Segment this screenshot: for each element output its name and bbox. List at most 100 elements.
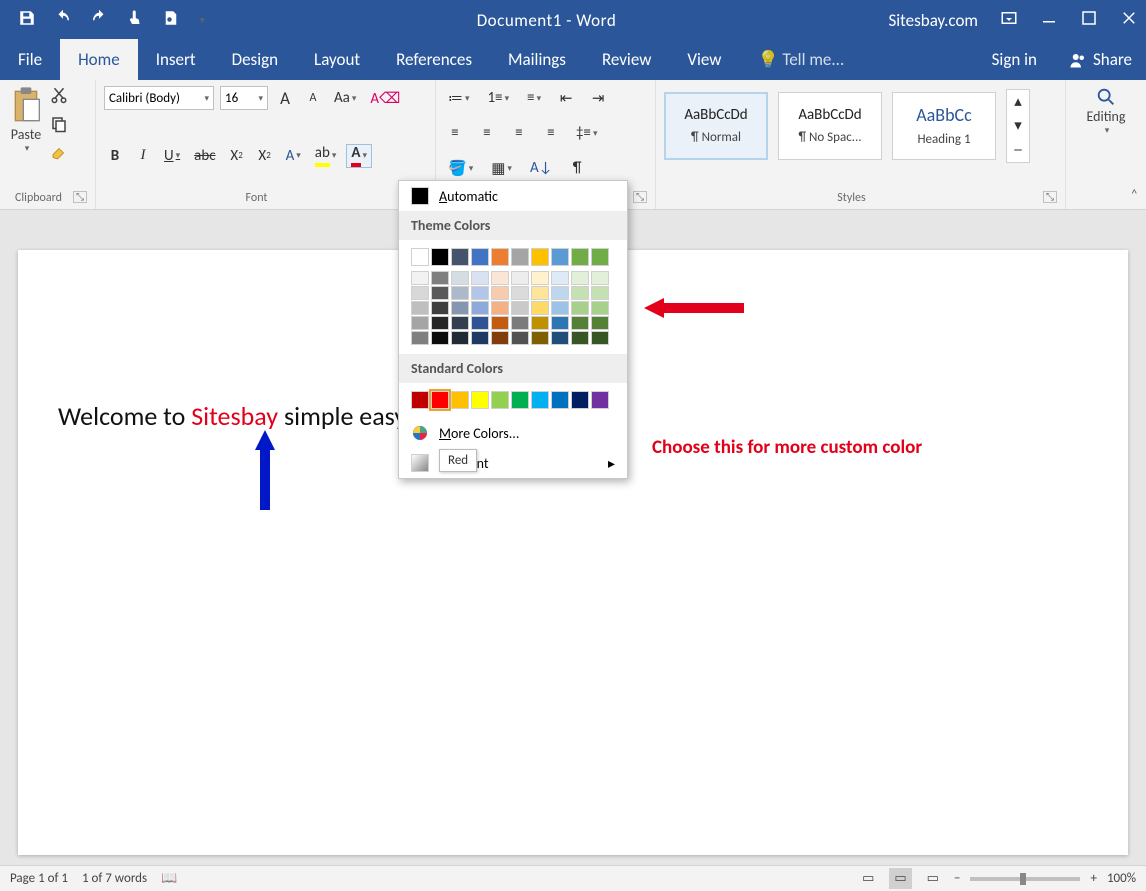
- word-count-status[interactable]: 1 of 7 words: [82, 871, 147, 886]
- read-mode-view[interactable]: ▭: [857, 868, 879, 889]
- numbering-button[interactable]: 1≡▾: [484, 86, 514, 110]
- more-colors-item[interactable]: More Colors...: [399, 418, 627, 448]
- align-right-button[interactable]: ≡: [508, 121, 530, 145]
- automatic-color-item[interactable]: Automatic: [399, 181, 627, 211]
- color-swatch[interactable]: [551, 301, 569, 315]
- format-painter-icon[interactable]: [50, 144, 68, 167]
- paste-button[interactable]: Paste ▾: [8, 86, 44, 167]
- color-swatch[interactable]: [431, 271, 449, 285]
- color-swatch[interactable]: [571, 316, 589, 330]
- cut-icon[interactable]: [50, 86, 68, 109]
- color-swatch[interactable]: [551, 271, 569, 285]
- color-swatch[interactable]: [591, 331, 609, 345]
- color-swatch[interactable]: [551, 331, 569, 345]
- show-hide-button[interactable]: ¶: [566, 156, 588, 180]
- color-swatch[interactable]: [491, 301, 509, 315]
- color-swatch[interactable]: [511, 316, 529, 330]
- color-swatch[interactable]: [431, 391, 449, 409]
- font-color-button[interactable]: A▾: [346, 144, 372, 168]
- color-swatch[interactable]: [551, 316, 569, 330]
- collapse-ribbon-icon[interactable]: ˄: [1130, 186, 1138, 203]
- tell-me-search[interactable]: 💡 Tell me...: [739, 39, 862, 80]
- color-swatch[interactable]: [591, 316, 609, 330]
- sort-button[interactable]: A↓: [526, 156, 556, 180]
- tab-layout[interactable]: Layout: [296, 39, 378, 80]
- paragraph-dialog-launcher[interactable]: ⤡: [633, 191, 647, 203]
- color-swatch[interactable]: [451, 301, 469, 315]
- font-size-combo[interactable]: 16▾: [220, 86, 268, 110]
- color-swatch[interactable]: [431, 316, 449, 330]
- color-swatch[interactable]: [571, 286, 589, 300]
- shrink-font-button[interactable]: A: [302, 86, 324, 110]
- color-swatch[interactable]: [471, 301, 489, 315]
- color-swatch[interactable]: [531, 248, 549, 266]
- undo-icon[interactable]: [54, 9, 72, 31]
- color-swatch[interactable]: [551, 286, 569, 300]
- color-swatch[interactable]: [511, 391, 529, 409]
- styles-expand[interactable]: ⎯: [1007, 138, 1029, 162]
- multilevel-list-button[interactable]: ≡▾: [523, 86, 545, 110]
- color-swatch[interactable]: [531, 391, 549, 409]
- tab-references[interactable]: References: [378, 39, 490, 80]
- italic-button[interactable]: I: [132, 144, 154, 168]
- color-swatch[interactable]: [591, 301, 609, 315]
- color-swatch[interactable]: [451, 391, 469, 409]
- maximize-icon[interactable]: [1080, 9, 1098, 32]
- color-swatch[interactable]: [431, 248, 449, 266]
- style-heading1[interactable]: AaBbCc Heading 1: [892, 92, 996, 160]
- zoom-level[interactable]: 100%: [1107, 871, 1136, 886]
- color-swatch[interactable]: [451, 286, 469, 300]
- color-swatch[interactable]: [531, 331, 549, 345]
- color-swatch[interactable]: [551, 391, 569, 409]
- page-number-status[interactable]: Page 1 of 1: [10, 871, 68, 886]
- sign-in-button[interactable]: Sign in: [974, 39, 1055, 80]
- color-swatch[interactable]: [551, 248, 569, 266]
- gradient-item[interactable]: Gradient ▸: [399, 448, 627, 478]
- print-preview-icon[interactable]: [162, 9, 180, 31]
- underline-button[interactable]: U▾: [160, 144, 184, 168]
- clear-formatting-button[interactable]: A⌫: [366, 86, 404, 110]
- decrease-indent-button[interactable]: ⇤: [555, 86, 577, 110]
- font-name-combo[interactable]: Calibri (Body)▾: [104, 86, 214, 110]
- text-effects-button[interactable]: A▾: [282, 144, 305, 168]
- color-swatch[interactable]: [491, 331, 509, 345]
- tab-design[interactable]: Design: [214, 39, 296, 80]
- color-swatch[interactable]: [431, 286, 449, 300]
- close-icon[interactable]: [1120, 9, 1138, 32]
- copy-icon[interactable]: [50, 115, 68, 138]
- justify-button[interactable]: ≡: [540, 121, 562, 145]
- color-swatch[interactable]: [511, 301, 529, 315]
- style-no-spacing[interactable]: AaBbCcDd ¶ No Spac...: [778, 92, 882, 160]
- color-swatch[interactable]: [591, 248, 609, 266]
- tab-home[interactable]: Home: [60, 39, 138, 80]
- color-swatch[interactable]: [471, 316, 489, 330]
- color-swatch[interactable]: [411, 301, 429, 315]
- color-swatch[interactable]: [491, 271, 509, 285]
- bold-button[interactable]: B: [104, 144, 126, 168]
- color-swatch[interactable]: [571, 248, 589, 266]
- touch-mode-icon[interactable]: [126, 9, 144, 31]
- web-layout-view[interactable]: ▭: [922, 868, 944, 889]
- color-swatch[interactable]: [591, 271, 609, 285]
- minimize-icon[interactable]: [1040, 9, 1058, 32]
- align-left-button[interactable]: ≡: [444, 121, 466, 145]
- ribbon-options-icon[interactable]: [1000, 9, 1018, 32]
- color-swatch[interactable]: [511, 248, 529, 266]
- highlight-button[interactable]: ab▾: [311, 144, 341, 168]
- color-swatch[interactable]: [491, 391, 509, 409]
- color-swatch[interactable]: [571, 301, 589, 315]
- color-swatch[interactable]: [411, 248, 429, 266]
- color-swatch[interactable]: [571, 331, 589, 345]
- styles-dialog-launcher[interactable]: ⤡: [1043, 191, 1057, 203]
- color-swatch[interactable]: [511, 331, 529, 345]
- color-swatch[interactable]: [571, 391, 589, 409]
- color-swatch[interactable]: [491, 286, 509, 300]
- redo-icon[interactable]: [90, 9, 108, 31]
- superscript-button[interactable]: X2: [254, 144, 276, 168]
- change-case-button[interactable]: Aa▾: [330, 86, 360, 110]
- color-swatch[interactable]: [471, 286, 489, 300]
- color-swatch[interactable]: [531, 271, 549, 285]
- color-swatch[interactable]: [431, 301, 449, 315]
- strikethrough-button[interactable]: abc: [190, 144, 219, 168]
- tab-file[interactable]: File: [0, 39, 60, 80]
